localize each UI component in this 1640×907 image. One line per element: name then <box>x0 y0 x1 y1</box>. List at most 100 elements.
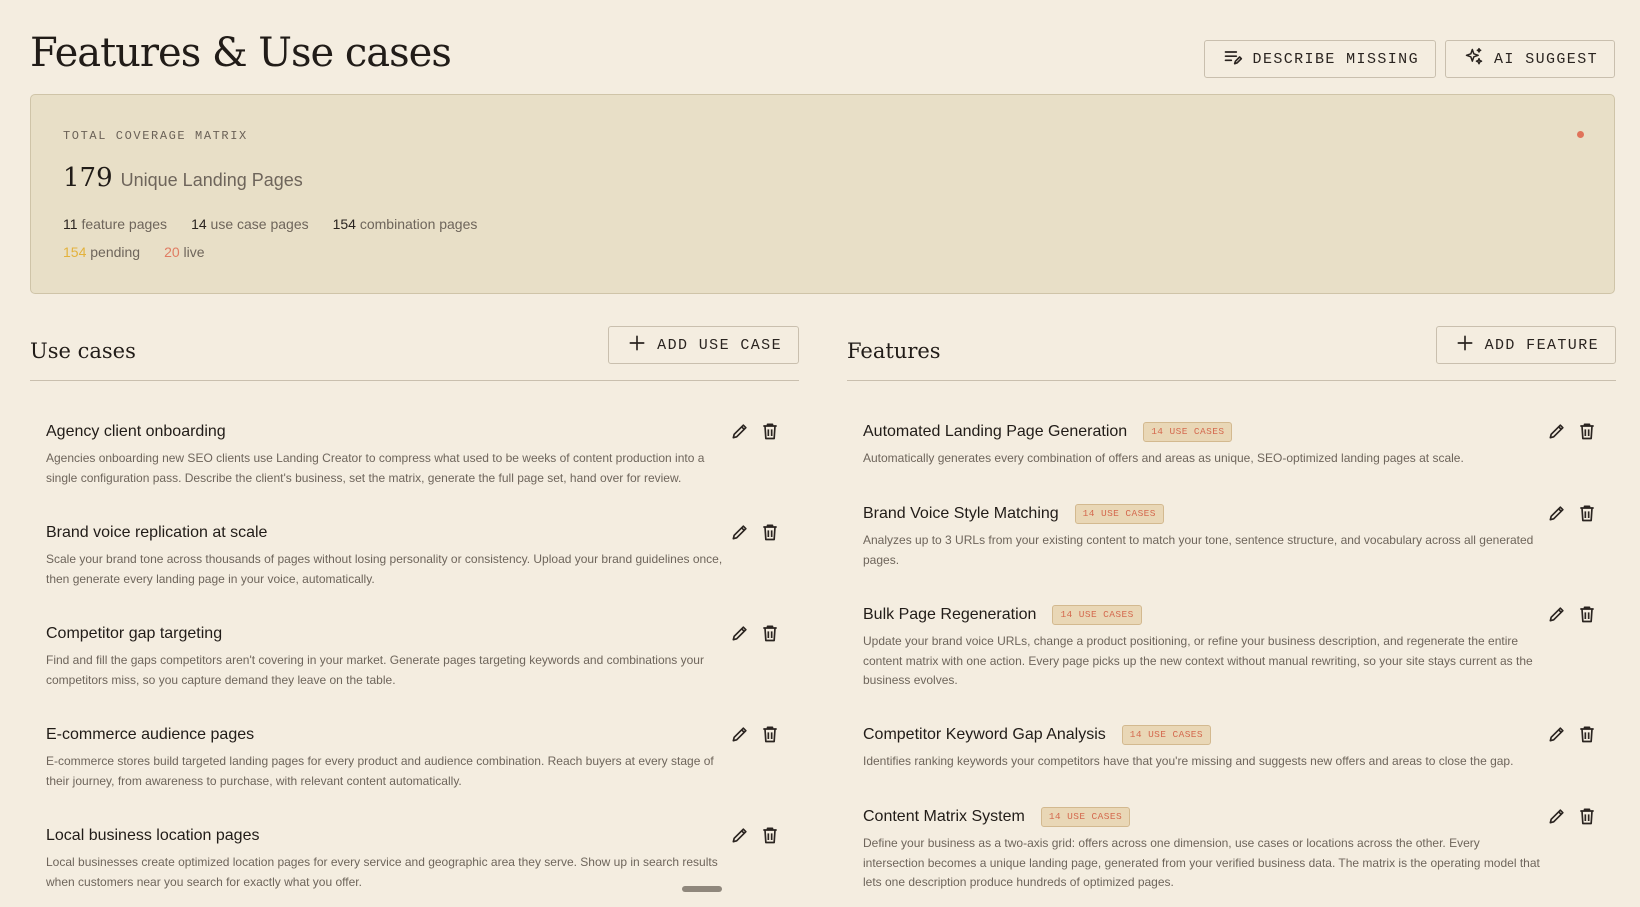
item-title: E-commerce audience pages <box>46 726 255 743</box>
sparkle-icon <box>1464 47 1484 72</box>
edit-button[interactable] <box>1546 723 1568 745</box>
list-item: Bulk Page Regeneration 14 USE CASES Upda… <box>863 603 1616 691</box>
item-title-row: Brand voice replication at scale <box>46 521 799 545</box>
stat-number: 11 <box>63 216 78 232</box>
item-title-row: Competitor gap targeting <box>46 622 799 646</box>
list-item: Local business location pages Local busi… <box>46 824 799 892</box>
list-item: Brand voice replication at scale Scale y… <box>46 521 799 589</box>
add-feature-label: ADD FEATURE <box>1484 336 1599 354</box>
feature-pages-stat: 11 feature pages <box>63 216 167 232</box>
delete-button[interactable] <box>1576 502 1598 524</box>
use-case-count-badge: 14 USE CASES <box>1121 725 1211 745</box>
stat-number: 14 <box>191 216 207 232</box>
pending-stat: 154 pending <box>63 244 140 260</box>
use-case-count-badge: 14 USE CASES <box>1052 605 1142 625</box>
delete-button[interactable] <box>1576 723 1598 745</box>
item-description: Identifies ranking keywords your competi… <box>863 754 1514 768</box>
delete-button[interactable] <box>759 420 781 442</box>
ai-suggest-label: AI SUGGEST <box>1493 50 1598 68</box>
item-description: E-commerce stores build targeted landing… <box>46 754 714 788</box>
edit-button[interactable] <box>1546 420 1568 442</box>
item-title: Brand Voice Style Matching <box>863 505 1059 522</box>
delete-button[interactable] <box>759 723 781 745</box>
total-pages-count: 179 <box>63 163 113 193</box>
item-title: Competitor gap targeting <box>46 625 223 642</box>
delete-button[interactable] <box>1576 603 1598 625</box>
edit-list-icon <box>1223 47 1243 72</box>
edit-button[interactable] <box>729 521 751 543</box>
use-case-count-badge: 14 USE CASES <box>1143 422 1233 442</box>
stat-label: use case pages <box>210 216 309 232</box>
add-use-case-button[interactable]: ADD USE CASE <box>608 326 799 364</box>
edit-button[interactable] <box>1546 502 1568 524</box>
describe-missing-label: DESCRIBE MISSING <box>1252 50 1419 68</box>
item-title-row: Automated Landing Page Generation 14 USE… <box>863 420 1616 444</box>
item-title: Competitor Keyword Gap Analysis <box>863 726 1106 743</box>
trash-icon <box>763 524 777 541</box>
trash-icon <box>1580 606 1594 623</box>
delete-button[interactable] <box>759 521 781 543</box>
edit-button[interactable] <box>729 420 751 442</box>
list-item: Agency client onboarding Agencies onboar… <box>46 420 799 488</box>
stat-label: live <box>183 244 205 260</box>
trash-icon <box>763 726 777 743</box>
ai-suggest-button[interactable]: AI SUGGEST <box>1444 40 1615 78</box>
combination-pages-stat: 154 combination pages <box>333 216 478 232</box>
delete-button[interactable] <box>1576 805 1598 827</box>
trash-icon <box>763 423 777 440</box>
trash-icon <box>763 625 777 642</box>
item-description: Local businesses create optimized locati… <box>46 855 718 889</box>
item-description: Define your business as a two-axis grid:… <box>863 836 1540 889</box>
item-title-row: Brand Voice Style Matching 14 USE CASES <box>863 502 1616 526</box>
stat-number: 154 <box>63 244 87 260</box>
item-title: Local business location pages <box>46 827 260 844</box>
delete-button[interactable] <box>1576 420 1598 442</box>
pencil-icon <box>732 727 747 742</box>
pencil-icon <box>1549 607 1564 622</box>
list-item: E-commerce audience pages E-commerce sto… <box>46 723 799 791</box>
item-actions <box>1546 723 1598 745</box>
item-description: Update your brand voice URLs, change a p… <box>863 634 1533 687</box>
item-actions <box>729 723 781 745</box>
item-actions <box>1546 502 1598 524</box>
use-case-count-badge: 14 USE CASES <box>1040 807 1131 827</box>
item-actions <box>729 521 781 543</box>
item-title: Bulk Page Regeneration <box>863 606 1037 623</box>
stat-label: combination pages <box>359 216 478 232</box>
use-case-count-badge: 14 USE CASES <box>1074 504 1164 524</box>
features-title: Features <box>847 339 941 363</box>
item-actions <box>1546 420 1598 442</box>
use-cases-title: Use cases <box>30 339 136 363</box>
pencil-icon <box>732 626 747 641</box>
item-title-row: Content Matrix System 14 USE CASES <box>863 805 1616 829</box>
item-description: Analyzes up to 3 URLs from your existing… <box>863 533 1534 567</box>
edit-button[interactable] <box>729 723 751 745</box>
use-cases-column: Use cases ADD USE CASE Agency client onb… <box>30 326 799 889</box>
edit-button[interactable] <box>1546 805 1568 827</box>
scroll-handle[interactable] <box>682 886 722 892</box>
list-item: Competitor Keyword Gap Analysis 14 USE C… <box>863 723 1616 772</box>
item-title-row: Bulk Page Regeneration 14 USE CASES <box>863 603 1616 627</box>
item-description: Scale your brand tone across thousands o… <box>46 552 723 586</box>
add-feature-button[interactable]: ADD FEATURE <box>1435 326 1616 364</box>
page-title: Features & Use cases <box>30 30 452 76</box>
edit-button[interactable] <box>1546 603 1568 625</box>
describe-missing-button[interactable]: DESCRIBE MISSING <box>1203 40 1436 78</box>
list-item: Automated Landing Page Generation 14 USE… <box>863 420 1616 469</box>
edit-button[interactable] <box>729 824 751 846</box>
item-title: Content Matrix System <box>863 808 1025 825</box>
features-column: Features ADD FEATURE Automated Landing P… <box>847 326 1616 889</box>
trash-icon <box>1580 808 1594 825</box>
delete-button[interactable] <box>759 622 781 644</box>
item-description: Find and fill the gaps competitors aren'… <box>46 653 704 687</box>
delete-button[interactable] <box>759 824 781 846</box>
stat-number: 20 <box>164 244 180 260</box>
list-item: Content Matrix System 14 USE CASES Defin… <box>863 805 1616 893</box>
live-stat: 20 live <box>164 244 204 260</box>
pencil-icon <box>732 424 747 439</box>
plus-icon <box>627 333 647 358</box>
edit-button[interactable] <box>729 622 751 644</box>
item-title: Agency client onboarding <box>46 423 226 440</box>
matrix-total: 179 Unique Landing Pages <box>63 163 303 193</box>
item-actions <box>1546 603 1598 625</box>
